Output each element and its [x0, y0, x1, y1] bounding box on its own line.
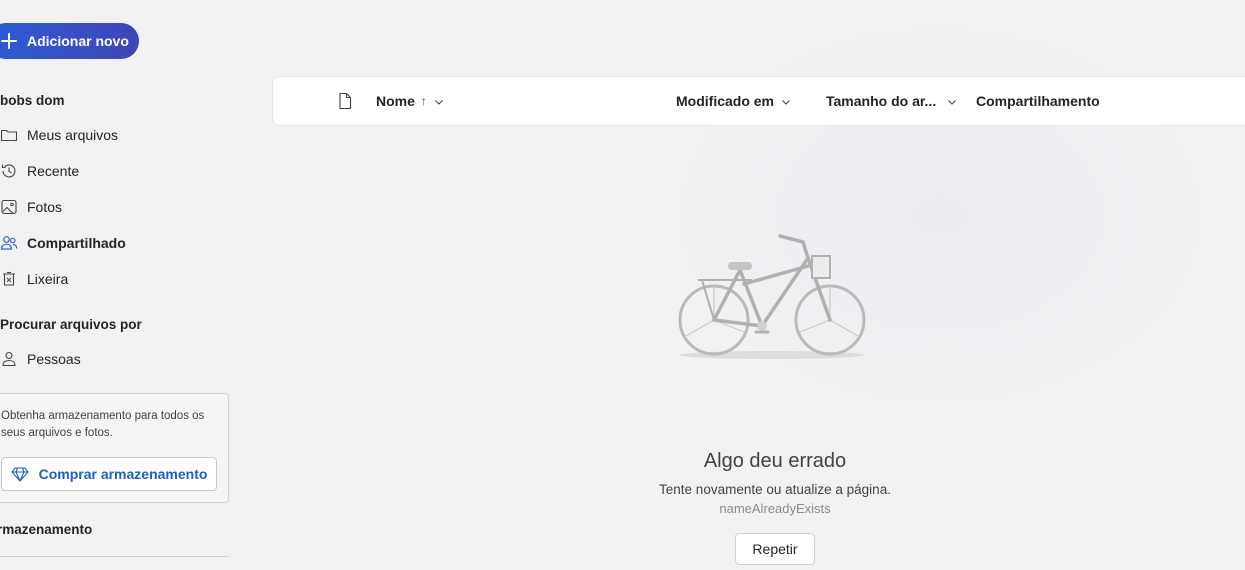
folder-icon	[0, 126, 18, 144]
file-list-header: Nome ↑ Modificado em Tamanho do ar... Co…	[272, 76, 1245, 126]
add-new-button[interactable]: Adicionar novo	[0, 23, 139, 59]
storage-promo-card: Obtenha armazenamento para todos os seus…	[0, 393, 229, 503]
chevron-down-icon	[433, 95, 445, 107]
sidebar-item-shared[interactable]: Compartilhado	[0, 230, 126, 256]
people-icon	[0, 234, 18, 252]
sidebar-item-label: Meus arquivos	[27, 127, 119, 143]
sidebar-item-my-files[interactable]: Meus arquivos	[0, 122, 118, 148]
trash-icon	[0, 270, 18, 288]
sidebar-item-label: Pessoas	[27, 351, 81, 367]
plus-icon	[0, 32, 18, 50]
storage-divider	[0, 556, 229, 557]
onedrive-page: Adicionar novo bobs dom Meus arquivos Re…	[0, 0, 1245, 570]
buy-storage-button[interactable]: Comprar armazenamento	[1, 457, 217, 491]
column-size-label: Tamanho do ar...	[826, 93, 937, 109]
sidebar-item-people[interactable]: Pessoas	[0, 346, 81, 372]
sidebar-item-label: Fotos	[27, 199, 63, 215]
sidebar-item-recent[interactable]: Recente	[0, 158, 79, 184]
error-title: Algo deu errado	[703, 450, 847, 472]
sidebar-item-photos[interactable]: Fotos	[0, 194, 62, 220]
browse-files-title: Procurar arquivos por	[0, 317, 142, 332]
sidebar-item-label: Compartilhado	[27, 235, 126, 251]
error-code: nameAlreadyExists	[719, 501, 831, 516]
storage-title: rmazenamento	[0, 522, 93, 537]
chevron-down-icon	[946, 95, 958, 107]
column-header-name[interactable]: Nome ↑	[376, 77, 445, 125]
sidebar-item-label: Recente	[27, 163, 80, 179]
buy-storage-label: Comprar armazenamento	[38, 466, 208, 482]
column-header-modified[interactable]: Modificado em	[676, 77, 792, 125]
retry-button[interactable]: Repetir	[735, 533, 815, 565]
file-type-icon[interactable]	[336, 92, 354, 110]
add-new-label: Adicionar novo	[27, 33, 129, 49]
column-sharing-label: Compartilhamento	[976, 93, 1100, 109]
diamond-icon	[11, 467, 29, 482]
column-name-label: Nome	[376, 93, 415, 109]
column-modified-label: Modificado em	[676, 93, 775, 109]
storage-promo-text: Obtenha armazenamento para todos os seus…	[1, 410, 205, 439]
bicycle-illustration	[678, 234, 866, 359]
error-message: Tente novamente ou atualize a página.	[659, 482, 891, 497]
image-icon	[0, 198, 18, 216]
column-header-sharing[interactable]: Compartilhamento	[976, 77, 1100, 125]
chevron-down-icon	[780, 95, 792, 107]
sort-ascending-icon: ↑	[420, 94, 427, 108]
sidebar-item-label: Lixeira	[27, 271, 69, 287]
sidebar: Adicionar novo bobs dom Meus arquivos Re…	[0, 0, 240, 570]
sidebar-item-trash[interactable]: Lixeira	[0, 266, 68, 292]
person-icon	[0, 350, 18, 368]
account-name: bobs dom	[0, 93, 65, 108]
history-icon	[0, 162, 18, 180]
column-header-size[interactable]: Tamanho do ar...	[826, 77, 958, 125]
